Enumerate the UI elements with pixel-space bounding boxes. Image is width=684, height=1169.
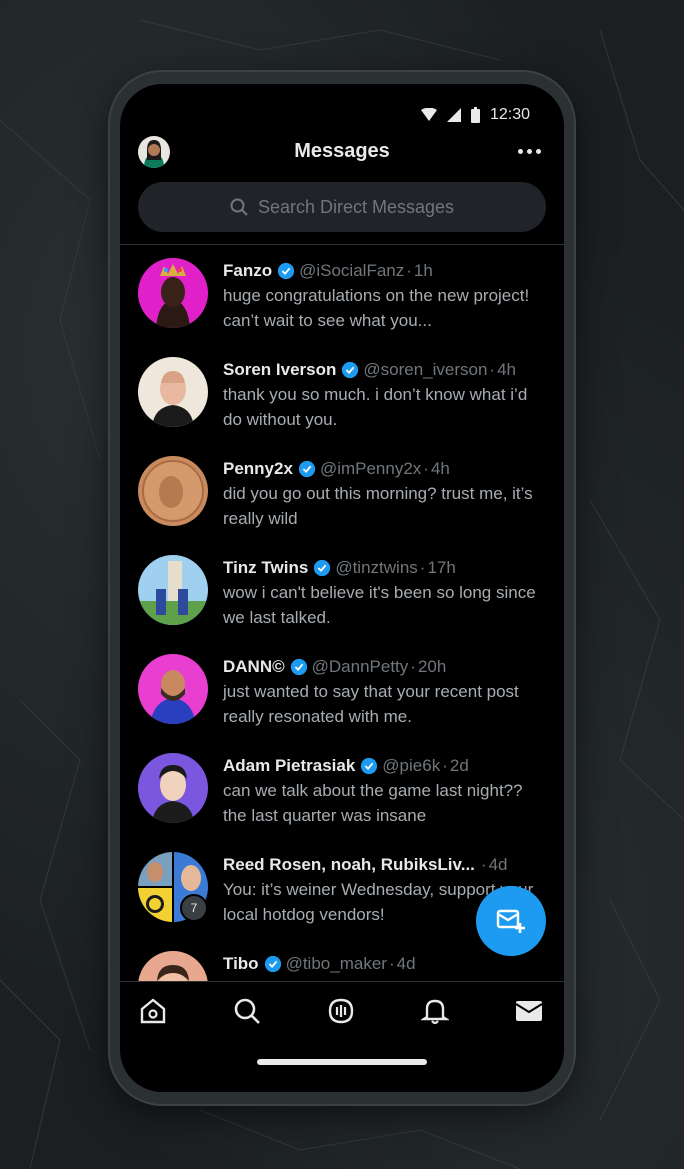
wifi-icon (420, 108, 437, 121)
conversation-item[interactable]: DANN© @DannPetty · 20h just wanted to sa… (120, 648, 564, 747)
top-bar: Messages (120, 132, 564, 176)
verified-badge-icon (298, 460, 316, 478)
conversation-name: Fanzo (223, 261, 273, 280)
conversation-name: Penny2x (223, 459, 293, 478)
separator: · (423, 459, 429, 478)
separator: · (419, 558, 426, 577)
verified-badge-icon (342, 361, 359, 379)
conversation-name: Adam Pietrasiak (223, 756, 356, 775)
search-placeholder: Search Direct Messages (257, 196, 455, 217)
mail-icon (515, 1001, 543, 1021)
conversation-item[interactable]: Adam Pietrasiak @pie6k · 2d can we talk … (120, 747, 564, 846)
conversation-time: 2d (449, 756, 469, 775)
conversation-handle: @iSocialFanz (299, 261, 405, 280)
conversation-name: Tibo (223, 954, 259, 973)
conversation-name: DANN© (223, 657, 285, 676)
tab-spaces[interactable] (326, 996, 356, 1026)
conversation-time: 1h (413, 261, 433, 280)
more-icon-dot (526, 148, 532, 154)
conversation-item[interactable]: Soren Iverson @soren_iverson · 4h thank … (120, 351, 564, 450)
conversation-name: Soren Iverson (223, 360, 337, 379)
separator: · (489, 360, 496, 379)
page-title: Messages (294, 140, 390, 162)
conversation-preview: can we talk about the game last night?? … (223, 781, 523, 825)
tab-home[interactable] (138, 996, 168, 1026)
group-avatar: 7 (138, 852, 208, 922)
verified-badge-icon (314, 559, 331, 577)
verified-badge-icon (361, 757, 378, 775)
verified-badge-icon (264, 955, 281, 973)
conversation-handle: @tibo_maker (285, 954, 387, 973)
conversation-handle: @DannPetty (311, 657, 409, 676)
battery-icon (470, 107, 480, 123)
conversation-name: Tinz Twins (223, 558, 309, 577)
conversation-time: 4h (430, 459, 450, 478)
phone-screen: 12:30 Messages Search Direct Messages Fa… (120, 84, 564, 1092)
avatar (138, 456, 208, 526)
separator: · (406, 261, 412, 280)
conversation-handle: @pie6k (382, 756, 441, 775)
conversation-handle: @soren_iverson (363, 360, 488, 379)
separator: · (480, 855, 487, 874)
search-icon (230, 198, 248, 216)
conversation-handle: @imPenny2x (319, 459, 422, 478)
conversation-preview: huge congratulations on the new project!… (223, 286, 530, 330)
status-time: 12:30 (489, 106, 530, 123)
separator: · (442, 756, 448, 775)
conversation-time: 4h (497, 360, 517, 379)
home-icon (140, 998, 166, 1024)
separator: · (410, 657, 416, 676)
conversation-time: 20h (417, 657, 447, 676)
conversation-preview: wow i can't believe it's been so long si… (223, 583, 536, 627)
status-bar: 12:30 (120, 84, 564, 128)
conversation-preview: just wanted to say that your recent post… (223, 682, 519, 726)
tab-messages[interactable] (514, 996, 544, 1026)
bell-icon (421, 999, 449, 1025)
bottom-tab-bar (120, 981, 564, 1041)
new-message-button[interactable] (476, 886, 546, 956)
group-count-badge: 7 (180, 894, 208, 922)
more-icon (517, 148, 523, 154)
spaces-icon (328, 998, 354, 1024)
search-icon (234, 998, 260, 1024)
conversation-item[interactable]: Penny2x @imPenny2x · 4h did you go out t… (120, 450, 564, 549)
new-message-icon (496, 909, 525, 933)
avatar (138, 753, 208, 823)
conversation-item[interactable]: Tinz Twins @tinztwins · 17h wow i can't … (120, 549, 564, 648)
tab-notifications[interactable] (420, 996, 450, 1026)
divider (120, 244, 564, 245)
verified-badge-icon (290, 658, 307, 676)
home-indicator[interactable] (257, 1059, 427, 1065)
more-icon-dot (535, 148, 541, 154)
conversation-item[interactable]: Fanzo @iSocialFanz · 1h huge congratulat… (120, 252, 564, 351)
avatar (138, 258, 208, 328)
separator: · (388, 954, 395, 973)
avatar (138, 357, 208, 427)
conversation-time: 17h (427, 558, 456, 577)
avatar (138, 654, 208, 724)
search-input[interactable]: Search Direct Messages (138, 182, 546, 232)
avatar (138, 555, 208, 625)
verified-badge-icon (278, 262, 295, 280)
more-options-button[interactable] (514, 136, 544, 166)
conversation-time: 4d (396, 954, 416, 973)
tab-search[interactable] (232, 996, 262, 1026)
conversation-preview: did you go out this morning? trust me, i… (223, 484, 533, 528)
conversation-name: Reed Rosen, noah, RubiksLiv... (223, 855, 475, 874)
signal-icon (446, 108, 461, 122)
conversation-preview: thank you so much. i don’t know what i’d… (223, 385, 528, 429)
conversation-handle: @tinztwins (335, 558, 418, 577)
conversation-time: 4d (488, 855, 508, 874)
